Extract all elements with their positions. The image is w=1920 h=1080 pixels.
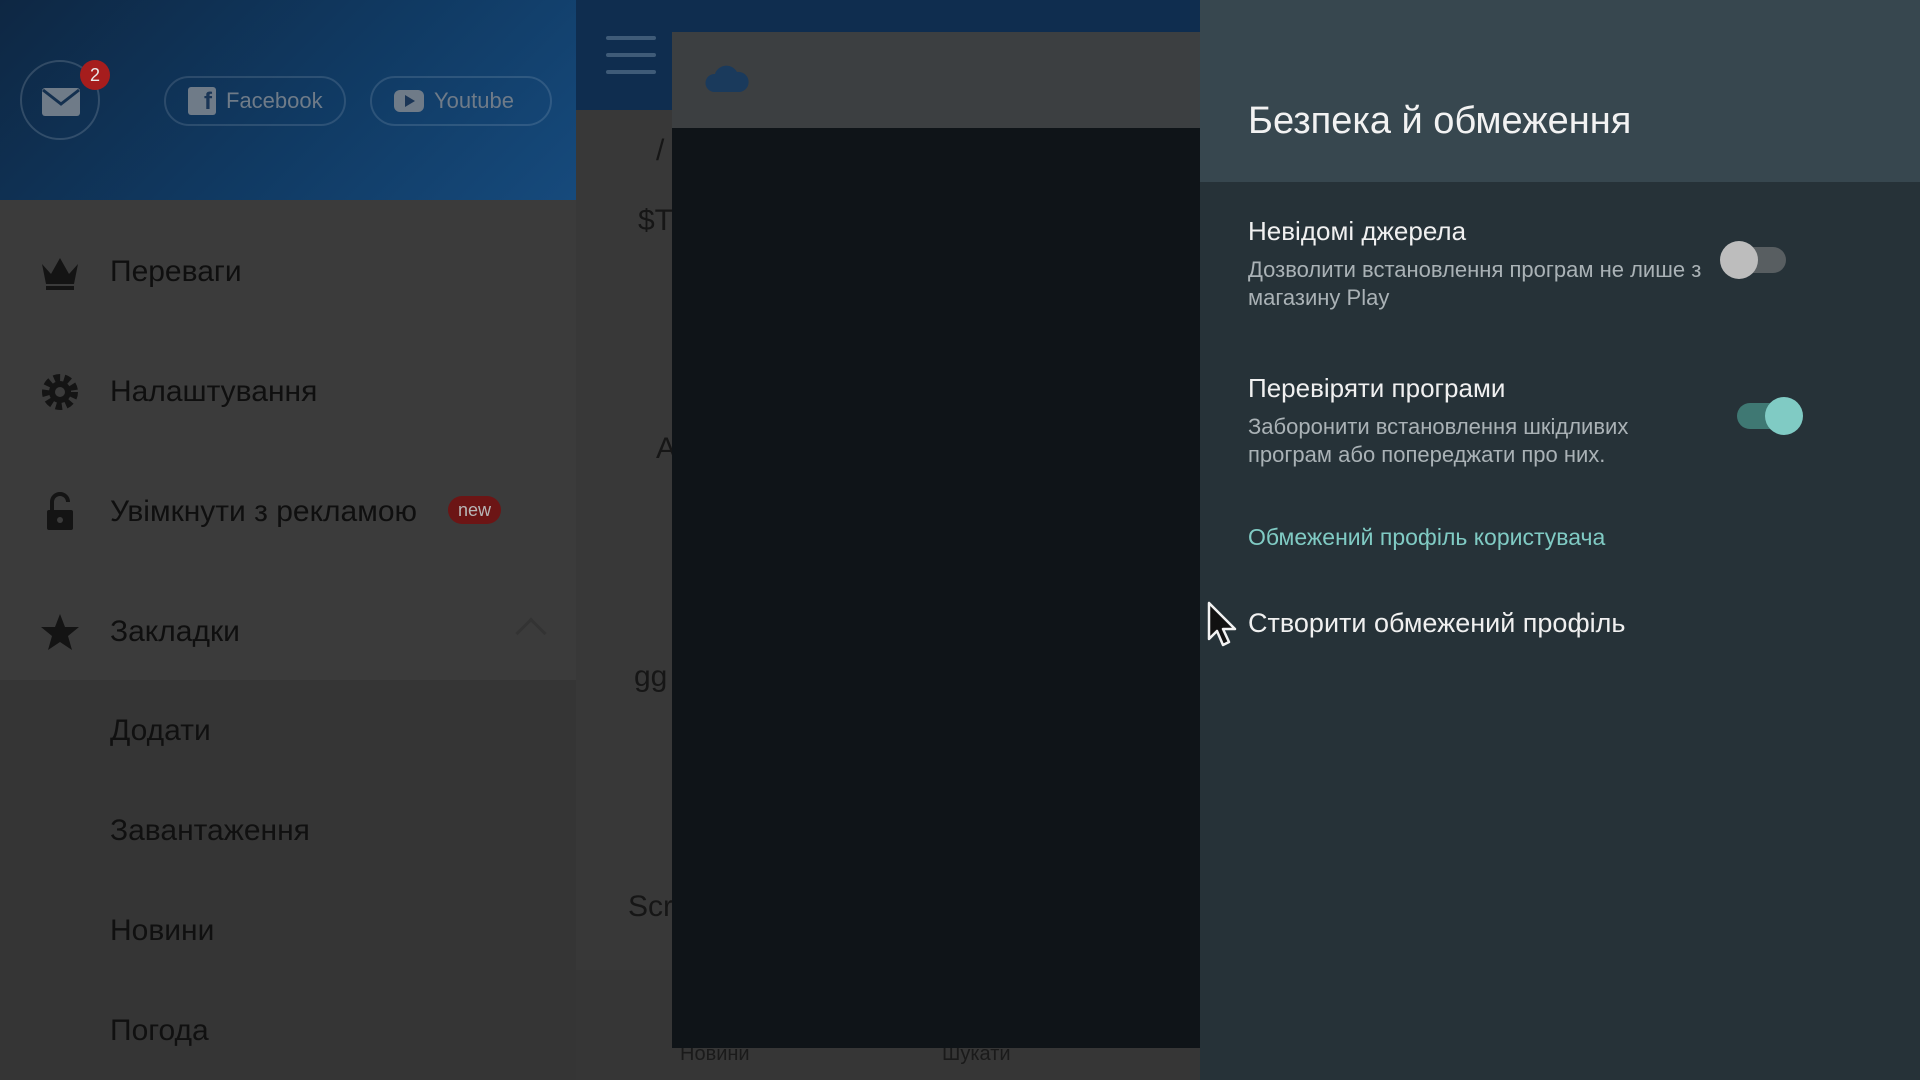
drawer-item-premium[interactable]: Переваги (0, 232, 576, 312)
youtube-icon (394, 90, 424, 112)
mouse-cursor-icon (1207, 601, 1237, 647)
drawer-header: 2 f Facebook Youtube (0, 0, 576, 200)
mail-button[interactable]: 2 (20, 60, 110, 140)
submenu-item-news[interactable]: Новини (110, 914, 214, 948)
cloud-dialog (672, 32, 1200, 1048)
cloud-icon (705, 65, 749, 92)
gear-icon (42, 374, 78, 410)
facebook-label: Facebook (226, 88, 323, 113)
pref-summary: Заборонити встановлення шкідливих програ… (1248, 414, 1629, 467)
crown-icon (42, 258, 78, 290)
facebook-icon: f (188, 87, 216, 115)
page-title: Безпека й обмеження (1248, 100, 1632, 142)
submenu-item-add[interactable]: Додати (110, 714, 211, 748)
unlock-icon (47, 492, 73, 530)
new-badge: new (448, 496, 502, 524)
screen: 2 f Facebook Youtube Переваги Налаштуван… (0, 0, 1920, 1080)
restricted-profile-category: Обмежений профіль користувача (1248, 524, 1606, 550)
hamburger-menu-icon[interactable] (606, 36, 656, 87)
drawer-item-enable-ads[interactable]: Увімкнути з рекламою new (0, 472, 576, 552)
submenu-item-weather[interactable]: Погода (110, 1014, 209, 1048)
chevron-up-icon[interactable] (515, 617, 547, 649)
switch-thumb (1720, 241, 1758, 279)
star-icon (41, 614, 79, 650)
navigation-drawer: 2 f Facebook Youtube Переваги Налаштуван… (0, 0, 576, 1080)
drawer-item-label: Увімкнути з рекламою (110, 495, 418, 528)
peek-text: $T (638, 204, 674, 237)
drawer-item-label: Налаштування (110, 375, 318, 408)
facebook-button[interactable]: f Facebook (164, 76, 346, 126)
mail-icon (42, 88, 80, 116)
panel-header: Безпека й обмеження (1200, 0, 1920, 182)
unread-count-badge: 2 (80, 60, 110, 90)
unknown-sources-switch[interactable] (1720, 241, 1786, 279)
pref-summary: Дозволити встановлення програм не лише з… (1248, 257, 1702, 310)
bookmarks-submenu: Додати Завантаження Новини Погода (0, 680, 576, 1080)
drawer-item-settings[interactable]: Налаштування (0, 352, 576, 432)
dialog-header (672, 32, 1200, 128)
youtube-button[interactable]: Youtube (370, 76, 552, 126)
peek-text: / (656, 134, 665, 167)
security-settings-panel: Безпека й обмеження Невідомі джерела Доз… (1200, 0, 1920, 1080)
drawer-item-bookmarks[interactable]: Закладки (0, 592, 576, 672)
switch-thumb (1765, 397, 1803, 435)
peek-text: gg (634, 660, 668, 693)
pref-title: Перевіряти програми (1248, 373, 1506, 403)
submenu-item-downloads[interactable]: Завантаження (110, 814, 310, 848)
peek-text: Scr (628, 890, 673, 923)
drawer-item-label: Закладки (110, 615, 240, 648)
pref-title: Невідомі джерела (1248, 216, 1467, 246)
youtube-label: Youtube (434, 88, 514, 113)
drawer-item-label: Переваги (110, 255, 242, 288)
create-restricted-profile-item[interactable]: Створити обмежений профіль (1248, 608, 1625, 639)
verify-apps-switch[interactable] (1737, 397, 1803, 435)
